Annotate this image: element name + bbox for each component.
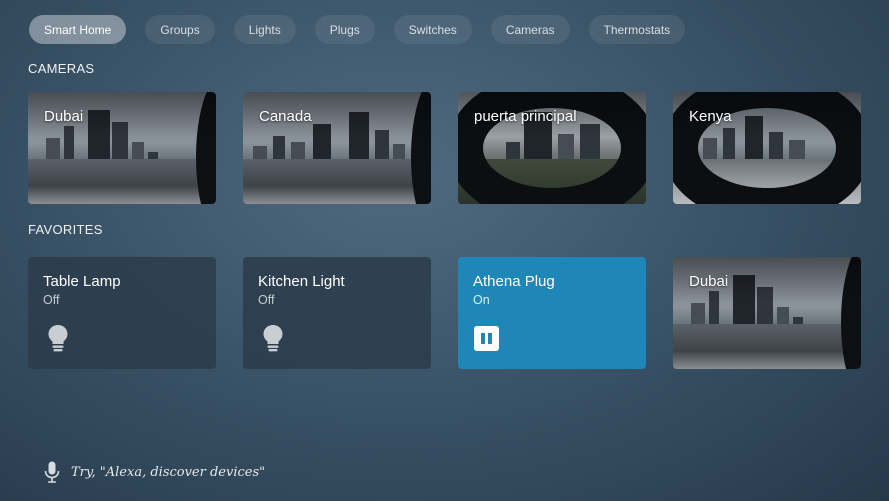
favorites-row: Table Lamp Off Kitchen Light Off Athena … <box>28 257 861 369</box>
device-name: Athena Plug <box>473 273 555 290</box>
filter-tabs: Smart Home Groups Lights Plugs Switches … <box>29 15 686 44</box>
plug-icon <box>474 326 499 351</box>
camera-card-kenya[interactable]: Kenya <box>673 92 861 204</box>
voice-hint-text: Try, "Alexa, discover devices" <box>71 464 266 480</box>
camera-label: Kenya <box>689 108 732 125</box>
camera-label: Canada <box>259 108 312 125</box>
tab-lights[interactable]: Lights <box>233 15 296 44</box>
camera-label: Dubai <box>689 273 729 290</box>
voice-hint: Try, "Alexa, discover devices" <box>44 461 265 483</box>
tab-plugs[interactable]: Plugs <box>314 15 375 44</box>
tab-thermostats[interactable]: Thermostats <box>588 15 686 44</box>
device-card-athena-plug[interactable]: Athena Plug On <box>458 257 646 369</box>
tab-smart-home[interactable]: Smart Home <box>29 15 127 44</box>
microphone-icon <box>44 461 60 483</box>
tab-groups[interactable]: Groups <box>145 15 215 44</box>
camera-card-puerta-principal[interactable]: puerta principal <box>458 92 646 204</box>
lightbulb-icon <box>48 325 68 352</box>
device-state: On <box>473 293 490 307</box>
device-state: Off <box>258 293 275 307</box>
camera-label: Dubai <box>44 108 84 125</box>
camera-label: puerta principal <box>474 108 577 125</box>
tab-switches[interactable]: Switches <box>393 15 472 44</box>
device-name: Table Lamp <box>43 273 121 290</box>
cameras-section-title: CAMERAS <box>28 61 95 76</box>
tab-cameras[interactable]: Cameras <box>490 15 570 44</box>
camera-card-canada[interactable]: Canada <box>243 92 431 204</box>
favorite-camera-card-dubai[interactable]: Dubai <box>673 257 861 369</box>
favorites-section-title: FAVORITES <box>28 222 103 237</box>
device-card-table-lamp[interactable]: Table Lamp Off <box>28 257 216 369</box>
cameras-row: Dubai Canada puerta principal Kenya <box>28 92 861 204</box>
lightbulb-icon <box>263 325 283 352</box>
device-state: Off <box>43 293 60 307</box>
device-card-kitchen-light[interactable]: Kitchen Light Off <box>243 257 431 369</box>
device-name: Kitchen Light <box>258 273 345 290</box>
camera-card-dubai[interactable]: Dubai <box>28 92 216 204</box>
